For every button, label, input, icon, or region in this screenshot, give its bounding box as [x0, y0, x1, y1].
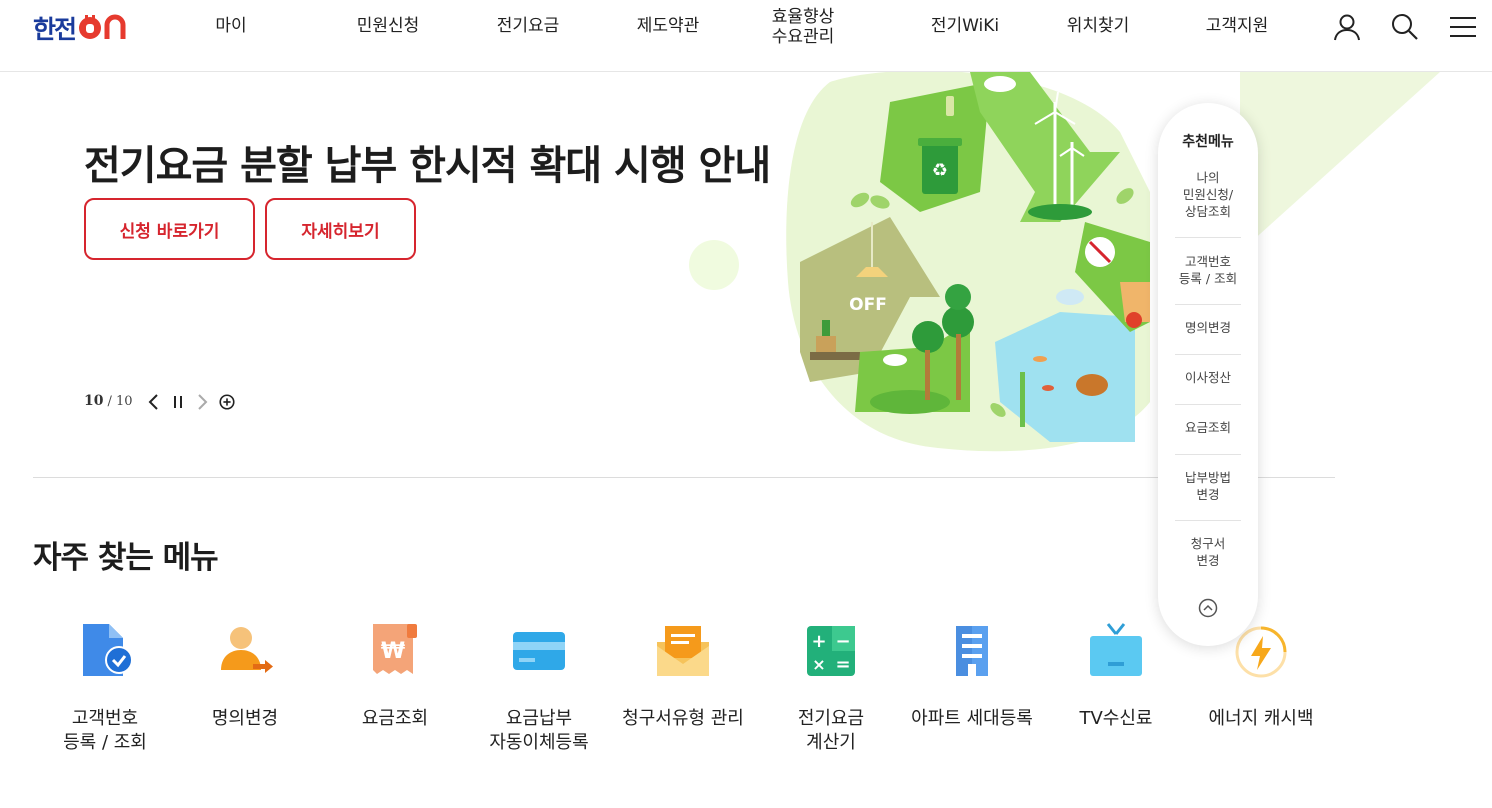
eco-recycle-illustration: ♻ OFF	[689, 72, 1440, 452]
nav-wiki[interactable]: 전기WiKi	[928, 16, 1002, 36]
rec-bill-change[interactable]: 청구서 변경	[1175, 535, 1241, 569]
svg-text:×: ×	[812, 655, 825, 674]
svg-text:♻: ♻	[932, 160, 948, 181]
person-transfer-icon	[221, 627, 273, 673]
user-icon[interactable]	[1332, 12, 1362, 42]
rec-divider	[1175, 404, 1241, 405]
recommended-menu-panel: 추천메뉴 나의 민원신청/ 상담조회 고객번호 등록 / 조회 명의변경 이사정…	[1158, 103, 1258, 646]
rec-customer-number[interactable]: 고객번호 등록 / 조회	[1175, 253, 1241, 287]
tv-icon	[1090, 623, 1142, 676]
rec-divider	[1175, 354, 1241, 355]
kepco-on-logo[interactable]: 한전	[33, 12, 137, 44]
hero-title: 전기요금 분할 납부 한시적 확대 시행 안내	[84, 143, 771, 189]
quick-bill-type[interactable]	[608, 620, 758, 680]
calculator-icon: + − × =	[807, 626, 855, 676]
scroll-top-icon[interactable]	[1197, 597, 1219, 619]
quick-name-change[interactable]	[170, 620, 320, 680]
rec-divider	[1175, 520, 1241, 521]
logo-on-mark-icon	[79, 14, 126, 39]
quick-label-bill-calculator: 전기요금 계산기	[797, 708, 865, 753]
quick-label-bill-inquiry: 요금조회	[361, 708, 429, 729]
quick-label-customer-number: 고객번호 등록 / 조회	[63, 708, 147, 753]
nav-terms[interactable]: 제도약관	[634, 16, 702, 36]
prev-slide-icon[interactable]	[145, 392, 163, 412]
logo-text: 한전	[33, 15, 77, 44]
quick-bill-inquiry[interactable]: ₩	[320, 620, 470, 680]
slide-current: 10	[84, 393, 104, 409]
expand-plus-icon[interactable]	[218, 392, 236, 412]
search-icon[interactable]	[1390, 12, 1420, 42]
quick-label-name-change: 명의변경	[211, 708, 279, 729]
frequent-menu-title: 자주 찾는 메뉴	[33, 540, 219, 576]
document-check-icon	[83, 624, 133, 676]
nav-civil-request[interactable]: 민원신청	[354, 16, 422, 36]
quick-label-energy-cashback: 에너지 캐시백	[1208, 708, 1314, 729]
nav-my[interactable]: 마이	[214, 16, 248, 36]
rec-move-settlement[interactable]: 이사정산	[1175, 369, 1241, 386]
slide-counter: 10 / 10	[84, 393, 133, 409]
rec-bill-inquiry[interactable]: 요금조회	[1175, 419, 1241, 436]
quick-label-auto-payment: 요금납부 자동이체등록	[489, 708, 589, 753]
nav-efficiency[interactable]: 효율향상 수요관리	[768, 7, 838, 47]
view-detail-button[interactable]: 자세히보기	[265, 198, 416, 260]
svg-text:−: −	[835, 631, 850, 652]
slide-total: / 10	[107, 393, 133, 409]
rec-divider	[1175, 454, 1241, 455]
svg-text:₩: ₩	[381, 639, 405, 664]
recommended-menu-title: 추천메뉴	[1182, 134, 1234, 150]
rec-payment-method[interactable]: 납부방법 변경	[1175, 469, 1241, 503]
quick-label-tv-fee: TV수신료	[1079, 708, 1153, 729]
won-receipt-icon: ₩	[373, 624, 417, 674]
rec-divider	[1175, 237, 1241, 238]
off-text: OFF	[849, 295, 887, 315]
rec-my-civil-request[interactable]: 나의 민원신청/ 상담조회	[1175, 169, 1241, 220]
quick-tv-fee[interactable]	[1041, 620, 1191, 680]
nav-support[interactable]: 고객지원	[1203, 16, 1271, 36]
envelope-icon	[657, 626, 709, 676]
pause-icon[interactable]	[169, 392, 187, 412]
quick-label-apartment-registration: 아파트 세대등록	[911, 708, 1033, 729]
svg-text:+: +	[811, 631, 826, 652]
quick-customer-number[interactable]	[30, 620, 180, 680]
quick-auto-payment[interactable]	[464, 620, 614, 680]
rec-divider	[1175, 304, 1241, 305]
apartment-icon	[956, 626, 988, 676]
next-slide-icon[interactable]	[193, 392, 211, 412]
quick-label-bill-type: 청구서유형 관리	[622, 708, 744, 729]
menu-icon[interactable]	[1448, 12, 1478, 42]
nav-electric-bill[interactable]: 전기요금	[494, 16, 562, 36]
apply-shortcut-button[interactable]: 신청 바로가기	[84, 198, 255, 260]
rec-name-change[interactable]: 명의변경	[1175, 319, 1241, 336]
credit-card-icon	[513, 632, 565, 670]
top-header: 한전 마이 민원신청 전기요금 제도약관 효율향상 수요관리 전기WiKi 위치…	[0, 0, 1492, 72]
quick-apartment-registration[interactable]	[897, 620, 1047, 680]
quick-bill-calculator[interactable]: + − × =	[756, 620, 906, 680]
section-divider	[33, 477, 1335, 478]
svg-text:=: =	[835, 654, 850, 675]
nav-location[interactable]: 위치찾기	[1064, 16, 1132, 36]
